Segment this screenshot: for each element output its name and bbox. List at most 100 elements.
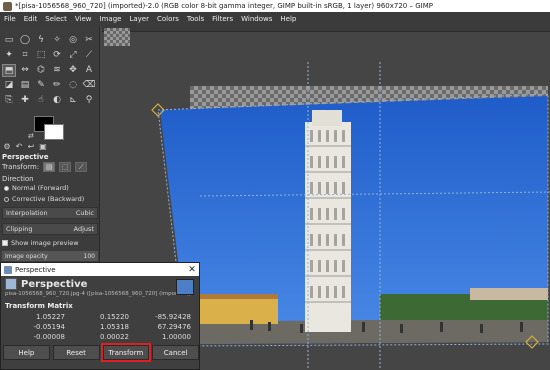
- window-titlebar: *[pisa-1056568_960_720] (imported)-2.0 (…: [0, 0, 550, 12]
- tool-options-title: Perspective: [2, 153, 49, 161]
- gimp-app-icon: [3, 1, 12, 11]
- opacity-value: 100: [83, 252, 95, 260]
- fuzzy-select-icon[interactable]: ✧: [50, 34, 64, 47]
- menu-help[interactable]: Help: [276, 15, 300, 23]
- rect-select-icon[interactable]: ▭: [2, 34, 16, 47]
- measure-icon[interactable]: ⊾: [66, 94, 80, 107]
- gradient-icon[interactable]: ▤: [18, 79, 32, 92]
- paintbrush-icon[interactable]: ✎: [34, 79, 48, 92]
- heal-icon[interactable]: ✚: [18, 94, 32, 107]
- device-status-tab-icon[interactable]: ↶: [14, 142, 24, 153]
- matrix-cell: 67.29476: [157, 323, 191, 331]
- background-color-swatch[interactable]: [44, 124, 64, 140]
- shear-icon[interactable]: ⟋: [82, 49, 96, 62]
- matrix-cell: 1.00000: [162, 333, 191, 341]
- handle-icon[interactable]: ✥: [66, 64, 80, 77]
- menu-image[interactable]: Image: [96, 15, 126, 23]
- reset-button[interactable]: Reset: [52, 345, 100, 360]
- clipping-value: Adjust: [73, 225, 94, 233]
- checkbox-icon: [2, 240, 8, 246]
- direction-normal-label: Normal (Forward): [12, 184, 69, 192]
- perspective-icon[interactable]: ⬒: [2, 64, 16, 77]
- dialog-heading: Perspective: [21, 278, 88, 290]
- dialog-buttons: Help Reset Transform Cancel: [3, 343, 199, 362]
- layer-thumbnail: [176, 279, 194, 295]
- perspective-icon: [4, 265, 12, 274]
- help-button[interactable]: Help: [3, 345, 50, 360]
- matrix-cell: -0.05194: [33, 323, 65, 331]
- building-right: [470, 288, 548, 300]
- direction-corrective-radio[interactable]: Corrective (Backward): [4, 195, 84, 203]
- show-preview-checkbox[interactable]: Show image preview: [2, 239, 79, 247]
- transform-layer-icon[interactable]: ▤: [43, 162, 56, 172]
- rotate-icon[interactable]: ⟳: [50, 49, 64, 62]
- foreground-select-icon[interactable]: ✦: [2, 49, 16, 62]
- scale-icon[interactable]: ⤢: [66, 49, 80, 62]
- interpolation-select[interactable]: Interpolation Cubic: [2, 207, 98, 219]
- transform-path-icon[interactable]: ⟋: [75, 162, 88, 172]
- transform-mode-row: Transform: ▤ ⬚ ⟋: [2, 162, 88, 172]
- matrix-cell: 0.00022: [100, 333, 129, 341]
- menu-bar: File Edit Select View Image Layer Colors…: [0, 12, 550, 26]
- radio-off-icon: [4, 196, 9, 202]
- direction-corrective-label: Corrective (Backward): [12, 195, 85, 203]
- dodge-icon[interactable]: ◐: [50, 94, 64, 107]
- options-tabs: ⚙ ↶ ↩ ▣: [0, 142, 100, 153]
- crop-icon[interactable]: ⌗: [18, 49, 32, 62]
- menu-filters[interactable]: Filters: [208, 15, 237, 23]
- warp-icon[interactable]: ≋: [50, 64, 64, 77]
- pencil-icon[interactable]: ✏: [50, 79, 64, 92]
- images-tab-icon[interactable]: ▣: [38, 142, 48, 153]
- radio-on-icon: [4, 185, 9, 191]
- undo-history-tab-icon[interactable]: ↩: [26, 142, 36, 153]
- eraser-icon[interactable]: ⌫: [82, 79, 96, 92]
- bucket-icon[interactable]: ◪: [2, 79, 16, 92]
- matrix-cell: -0.00008: [33, 333, 65, 341]
- cancel-button[interactable]: Cancel: [152, 345, 199, 360]
- smudge-icon[interactable]: ☝: [34, 94, 48, 107]
- cage-icon[interactable]: ⌬: [34, 64, 48, 77]
- perspective-dialog: Perspective ✕ Perspective pisa-1056568_9…: [0, 262, 200, 370]
- menu-colors[interactable]: Colors: [153, 15, 183, 23]
- unified-transform-icon[interactable]: ⬚: [34, 49, 48, 62]
- close-icon[interactable]: ✕: [185, 265, 199, 275]
- flip-icon[interactable]: ⇔: [18, 64, 32, 77]
- matrix-cell: 1.05318: [100, 323, 129, 331]
- dialog-subtitle: pisa-1056568_960_720.jpg-4 ([pisa-105656…: [5, 291, 191, 297]
- menu-file[interactable]: File: [0, 15, 20, 23]
- menu-edit[interactable]: Edit: [20, 15, 42, 23]
- tool-grid: ▭ ◯ ϟ ✧ ◎ ✂ ✦ ⌗ ⬚ ⟳ ⤢ ⟋ ⬒ ⇔ ⌬ ≋ ✥ A ◪ ▤ ✎ ✏ ◌ ⌫ ⎘ ✚ ☝ ◐ ⊾ ⚲: [2, 34, 98, 107]
- color-select-icon[interactable]: ◎: [66, 34, 80, 47]
- scissors-icon[interactable]: ✂: [82, 34, 96, 47]
- interpolation-label: Interpolation: [6, 209, 48, 217]
- airbrush-icon[interactable]: ◌: [66, 79, 80, 92]
- transform-label: Transform:: [2, 163, 40, 171]
- menu-select[interactable]: Select: [41, 15, 71, 23]
- ellipse-select-icon[interactable]: ◯: [18, 34, 32, 47]
- window-title: *[pisa-1056568_960_720] (imported)-2.0 (…: [15, 2, 433, 10]
- tool-options-tab-icon[interactable]: ⚙: [2, 142, 12, 153]
- transform-button[interactable]: Transform: [100, 343, 152, 362]
- matrix-cell: 0.15220: [100, 313, 129, 321]
- menu-tools[interactable]: Tools: [183, 15, 208, 23]
- buildings-left: [198, 298, 278, 324]
- clipping-select[interactable]: Clipping Adjust: [2, 223, 98, 235]
- roof-left: [198, 294, 278, 299]
- interpolation-value: Cubic: [75, 209, 94, 217]
- free-select-icon[interactable]: ϟ: [34, 34, 48, 47]
- image-opacity-slider[interactable]: Image opacity 100: [2, 251, 98, 261]
- transform-selection-icon[interactable]: ⬚: [59, 162, 72, 172]
- perspective-tool-icon: [5, 278, 17, 290]
- zoom-icon[interactable]: ⚲: [82, 94, 96, 107]
- menu-windows[interactable]: Windows: [237, 15, 276, 23]
- dialog-title: Perspective: [15, 265, 56, 274]
- menu-view[interactable]: View: [71, 15, 96, 23]
- direction-normal-radio[interactable]: Normal (Forward): [4, 184, 69, 192]
- matrix-cell: 1.05227: [36, 313, 65, 321]
- clone-icon[interactable]: ⎘: [2, 94, 16, 107]
- swap-colors-icon[interactable]: ⇄: [28, 132, 34, 140]
- text-icon[interactable]: A: [82, 64, 96, 77]
- menu-layer[interactable]: Layer: [125, 15, 153, 23]
- direction-label: Direction: [2, 175, 34, 183]
- opacity-label: Image opacity: [5, 252, 48, 260]
